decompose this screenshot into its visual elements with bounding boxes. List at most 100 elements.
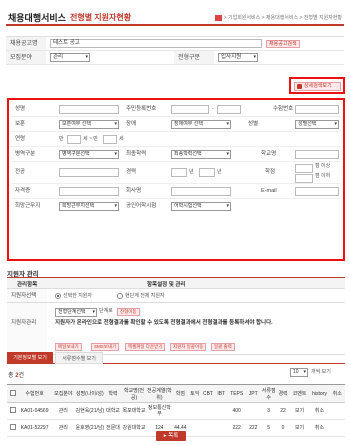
cell-jpt: [245, 402, 261, 420]
manage-header: 관리항목 항목설정 및 관리: [7, 278, 345, 289]
col-teps[interactable]: TEPS: [227, 384, 246, 403]
col-credit[interactable]: 학점: [172, 384, 189, 403]
military-select[interactable]: 병역구분선택: [59, 150, 119, 159]
applicant-table: 수험번호 모집분야 성명(나이/성) 학력 학교명(전공) 전공계열(학위) 학…: [7, 384, 345, 437]
col-doc-score[interactable]: 서류점수: [260, 384, 277, 403]
disability-label: 장애: [126, 121, 137, 127]
detail-toggle-label: 상세검색보기: [304, 83, 332, 89]
cell-history[interactable]: 취소: [309, 402, 330, 420]
col-ibt[interactable]: IBT: [214, 384, 228, 403]
col-education[interactable]: 학력: [104, 384, 122, 403]
field-select[interactable]: 관리: [50, 53, 90, 62]
tab-basic-info[interactable]: 기본정보별 보기: [7, 352, 53, 364]
school-input[interactable]: [295, 150, 339, 159]
rrn-first-input[interactable]: [171, 105, 209, 114]
gender-select[interactable]: 성별선택: [295, 120, 339, 129]
move-stage-button[interactable]: 전형이동: [117, 308, 140, 316]
col-history[interactable]: history: [309, 384, 330, 403]
exam-no-label: 수험번호: [273, 106, 294, 112]
table-row[interactable]: KA01-04569 관리 김현욱(21/남) 대학교 목포대학교 정보통신학부…: [7, 402, 345, 420]
batch-print-button[interactable]: 일괄 출력: [211, 343, 235, 351]
age-to-input[interactable]: [103, 135, 117, 144]
page: 채용대행서비스 전형별 지원자현황 > 기업회원서비스 > 채용대행서비스 > …: [0, 0, 350, 445]
page-header: 채용대행서비스 전형별 지원자현황 > 기업회원서비스 > 채용대행서비스 > …: [6, 8, 344, 26]
stage-manage-row: 지원자관리 전형단계선택 단계로 전형이동 지원자가 온라인으로 전형결과를 확…: [7, 303, 345, 355]
col-jpt[interactable]: JPT: [245, 384, 261, 403]
notice-input[interactable]: 테스트 공고: [50, 39, 262, 48]
home-icon[interactable]: [214, 14, 222, 21]
credit-to-input[interactable]: [295, 174, 313, 183]
col-career[interactable]: 경력: [276, 384, 290, 403]
row-checkbox[interactable]: [9, 407, 16, 413]
radio-selected-label: 선택한 지원자: [63, 293, 92, 299]
col-exam-no[interactable]: 수험번호: [18, 384, 52, 403]
disability-select[interactable]: 장애여부 선택: [171, 120, 231, 129]
name-label: 성명: [15, 106, 26, 112]
career-to-text: 년: [217, 169, 222, 175]
credit-label: 학점: [265, 169, 276, 175]
veteran-select[interactable]: 보훈여부 선택: [59, 120, 119, 129]
radio-all[interactable]: [117, 293, 123, 299]
language-select[interactable]: 어학시험선택: [171, 202, 231, 211]
cell-toeic: [188, 402, 202, 420]
name-input[interactable]: [59, 105, 119, 114]
send-sms-button[interactable]: SMS보내기: [91, 343, 120, 351]
career-from-input[interactable]: [171, 168, 187, 177]
career-to-input[interactable]: [199, 168, 215, 177]
col-field[interactable]: 모집분야: [51, 384, 76, 403]
credit-from-input[interactable]: [295, 164, 313, 173]
company-input[interactable]: [171, 187, 231, 196]
notice-label: 채용공고명: [6, 37, 46, 50]
location-select[interactable]: 희망근무지선택: [59, 202, 119, 211]
age-to-text: 세: [119, 136, 124, 142]
cell-history[interactable]: 취소: [309, 419, 330, 437]
cell-major: 정보통신학부: [146, 402, 173, 420]
field-label: 모집분야: [6, 51, 46, 64]
tab-document-score[interactable]: 서류점수별 보기: [55, 352, 103, 364]
excel-download-button[interactable]: 엑셀파일 다운받기: [125, 343, 166, 351]
cell-name[interactable]: 윤호영(21/남): [75, 419, 105, 437]
cell-comment[interactable]: 보기: [289, 419, 310, 437]
career-label: 경력: [126, 169, 137, 175]
col-cbt[interactable]: CBT: [201, 384, 215, 403]
per-page-suffix: 개씩 보기: [311, 369, 331, 375]
major-input[interactable]: [59, 168, 119, 177]
detail-search-toggle-button[interactable]: 상세검색보기: [294, 82, 341, 91]
row-checkbox[interactable]: [9, 424, 16, 430]
col-comment[interactable]: 코멘트: [289, 384, 310, 403]
list-button-label: 목록: [168, 433, 179, 439]
batch-move-button[interactable]: 지원자 일괄이동: [170, 343, 207, 351]
col-toeic[interactable]: 토익: [188, 384, 202, 403]
col-school[interactable]: 학교명(전공): [121, 384, 147, 403]
detail-toggle-highlight: 상세검색보기: [289, 77, 345, 94]
cell-name[interactable]: 김현욱(21/남): [75, 402, 105, 420]
location-label: 희망근무지: [15, 203, 41, 209]
select-all-checkbox[interactable]: [9, 389, 16, 396]
rrn-second-input[interactable]: [217, 105, 241, 114]
col-major[interactable]: 전공계열(학위): [146, 384, 173, 403]
cell-comment[interactable]: 보기: [289, 402, 310, 420]
send-mail-button[interactable]: 메일보내기: [55, 343, 82, 351]
manage-description: 지원자가 온라인으로 전형결과를 확인할 수 있도록 전형결과에서 전형결과를 …: [55, 320, 273, 326]
list-button[interactable]: ▸ 목록: [156, 431, 186, 441]
row-checkbox-cell: [7, 419, 19, 437]
career-from-text: 년: [189, 169, 194, 175]
license-label: 자격증: [15, 188, 31, 194]
col-name[interactable]: 성명(나이/성): [75, 384, 105, 403]
stage-label: 전형구분: [174, 51, 214, 64]
stage-select[interactable]: 전형단계선택: [55, 308, 97, 317]
radio-selected[interactable]: [55, 293, 61, 299]
education-select[interactable]: 최종학력선택: [171, 150, 231, 159]
col-cancel[interactable]: 취소: [329, 384, 345, 403]
email-input[interactable]: [295, 187, 339, 196]
age-from-input[interactable]: [67, 135, 81, 144]
table-header-row: 수험번호 모집분야 성명(나이/성) 학력 학교명(전공) 전공계열(학위) 학…: [7, 384, 345, 403]
credit-down-text: 점 이하: [315, 173, 331, 179]
stage-select[interactable]: 입사지원: [218, 53, 258, 62]
license-input[interactable]: [59, 187, 119, 196]
notice-search-button[interactable]: 채용공고검색: [266, 40, 300, 48]
rrn-label: 주민등록번호: [126, 106, 157, 112]
per-page-select[interactable]: 10: [290, 368, 308, 377]
cell-education: 전문대: [104, 419, 122, 437]
exam-no-input[interactable]: [295, 105, 339, 114]
